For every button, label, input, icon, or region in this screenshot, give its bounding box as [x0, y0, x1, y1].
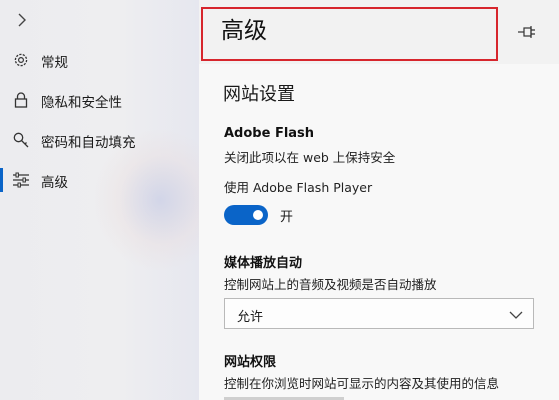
- sidebar-item-label: 密码和自动填充: [41, 135, 136, 151]
- autoplay-description: 控制网站上的音频及视频是否自动播放: [224, 277, 437, 292]
- settings-content: 网站设置 Adobe Flash 关闭此项以在 web 上保持安全 使用 Ado…: [199, 64, 559, 400]
- sliders-icon: [12, 171, 30, 189]
- flash-toggle[interactable]: [224, 205, 268, 225]
- sidebar-item-label: 常规: [41, 55, 68, 71]
- sidebar-item-general[interactable]: 常规: [0, 41, 199, 79]
- chevron-down-icon: [509, 307, 523, 321]
- flash-toggle-label: 使用 Adobe Flash Player: [224, 180, 373, 195]
- lock-icon: [12, 91, 30, 109]
- pin-icon[interactable]: [516, 22, 538, 42]
- page-title: 高级: [221, 18, 267, 44]
- sidebar-item-passwords[interactable]: 密码和自动填充: [0, 121, 199, 159]
- settings-panel: 高级 网站设置 Adobe Flash 关闭此项以在 web 上保持安全 使用 …: [199, 0, 559, 400]
- flash-title: Adobe Flash: [224, 126, 315, 141]
- sidebar: 常规 隐私和安全性 密码和自动填充 高级: [0, 0, 199, 400]
- panel-header: 高级: [199, 0, 559, 64]
- autoplay-select[interactable]: 允许: [224, 298, 534, 329]
- toggle-knob: [253, 210, 263, 220]
- flash-description: 关闭此项以在 web 上保持安全: [224, 150, 396, 165]
- autoplay-title: 媒体播放自动: [224, 256, 303, 271]
- sidebar-item-label: 隐私和安全性: [41, 95, 122, 111]
- autoplay-select-value: 允许: [237, 310, 264, 325]
- collapse-chevron-icon[interactable]: [12, 10, 32, 30]
- permissions-title: 网站权限: [224, 355, 277, 370]
- section-heading: 网站设置: [223, 84, 295, 105]
- sidebar-item-privacy[interactable]: 隐私和安全性: [0, 81, 199, 119]
- permissions-description: 控制在你浏览时网站可显示的内容及其使用的信息: [224, 376, 500, 391]
- flash-toggle-state: 开: [280, 210, 294, 225]
- key-icon: [12, 131, 30, 149]
- sidebar-item-advanced[interactable]: 高级: [0, 161, 199, 199]
- gear-icon: [12, 51, 30, 69]
- sidebar-item-label: 高级: [41, 175, 68, 191]
